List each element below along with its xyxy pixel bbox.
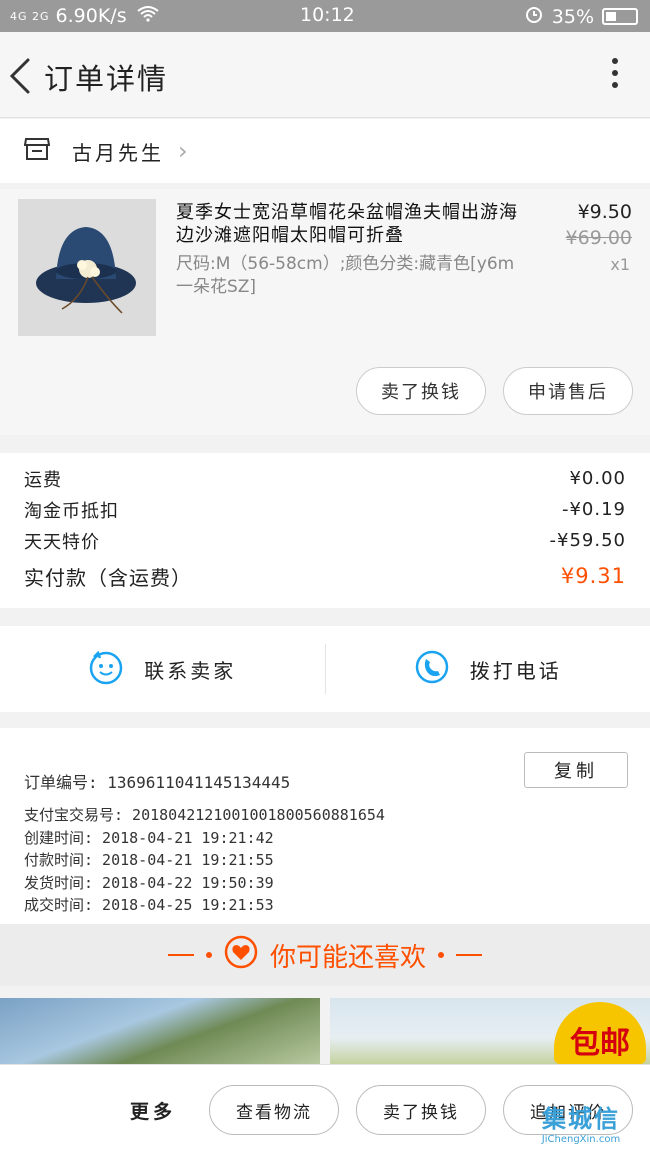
product-price: ¥9.50 [577, 201, 632, 223]
chevron-left-icon [9, 58, 30, 94]
recommend-header: 你可能还喜欢 [0, 924, 650, 986]
contact-seller-label: 联系卖家 [144, 658, 237, 683]
store-icon [23, 137, 51, 165]
dot-icon [205, 952, 212, 958]
bottom-action-bar: 更多 查看物流 卖了换钱 追加评价 集城信 JiChengXin.com [0, 1064, 650, 1155]
network-speed: 6.90K/s [55, 5, 127, 27]
dot-icon [612, 58, 618, 64]
recommended-item-image[interactable] [0, 998, 320, 1064]
battery-percent: 35% [551, 5, 594, 28]
product-spec: 尺码:M（56-58cm）;颜色分类:藏青色[y6m一朵花SZ] [176, 254, 515, 297]
phone-icon [414, 649, 450, 690]
divider [167, 954, 194, 956]
watermark-url: JiChengXin.com [541, 1134, 621, 1145]
quantity: x1 [610, 255, 630, 274]
free-shipping-badge: 包邮 [554, 1002, 646, 1064]
original-price: ¥69.00 [565, 227, 632, 249]
wifi-icon [137, 5, 159, 27]
signal-indicator: 4G 2G [10, 9, 50, 23]
completed-time: 成交时间: 2018-04-25 19:21:53 [24, 896, 274, 914]
order-info: 订单编号: 1369611041145134445 复制 支付宝交易号: 201… [0, 728, 650, 924]
more-menu-button[interactable] [610, 58, 620, 94]
dot-icon [612, 70, 618, 76]
fee-row-coin-discount: 淘金币抵扣 -¥0.19 [24, 494, 626, 525]
chevron-right-icon: › [178, 137, 188, 165]
total-value: ¥9.31 [560, 564, 626, 588]
chat-bubble-icon [88, 649, 124, 690]
call-phone-button[interactable]: 拨打电话 [326, 626, 650, 712]
after-sale-button[interactable]: 申请售后 [503, 367, 633, 415]
product-image[interactable] [18, 199, 156, 336]
total-label: 实付款（含运费） [24, 565, 192, 590]
fee-value: -¥0.19 [561, 499, 626, 520]
watermark-text: 集城信 [542, 1105, 620, 1133]
fee-label: 运费 [24, 469, 62, 491]
divider [456, 954, 482, 956]
fee-row-shipping: 运费 ¥0.00 [24, 463, 626, 494]
view-logistics-button[interactable]: 查看物流 [209, 1085, 339, 1135]
created-time: 创建时间: 2018-04-21 19:21:42 [24, 828, 274, 847]
more-button[interactable]: 更多 [130, 1097, 176, 1124]
heart-icon [224, 935, 258, 976]
alarm-icon [524, 4, 544, 29]
paid-time: 付款时间: 2018-04-21 19:21:55 [24, 851, 274, 869]
sell-for-cash-button[interactable]: 卖了换钱 [356, 367, 486, 415]
contact-seller-button[interactable]: 联系卖家 [0, 626, 325, 712]
recommend-title: 你可能还喜欢 [269, 942, 426, 973]
shop-row[interactable]: 古月先生 › [0, 119, 650, 183]
dot-icon [612, 82, 618, 88]
fee-value: ¥0.00 [569, 468, 626, 489]
status-bar: 4G 2G 6.90K/s 10:12 35% [0, 0, 650, 32]
sell-for-cash-button[interactable]: 卖了换钱 [356, 1085, 486, 1135]
call-phone-label: 拨打电话 [469, 658, 562, 683]
page-title: 订单详情 [44, 62, 169, 96]
fee-summary: 运费 ¥0.00 淘金币抵扣 -¥0.19 天天特价 -¥59.50 实付款（含… [0, 453, 650, 608]
dot-icon [438, 952, 444, 958]
product-title[interactable]: 夏季女士宽沿草帽花朵盆帽渔夫帽出游海边沙滩遮阳帽太阳帽可折叠 [176, 201, 536, 247]
product-card[interactable]: 夏季女士宽沿草帽花朵盆帽渔夫帽出游海边沙滩遮阳帽太阳帽可折叠 尺码:M（56-5… [0, 189, 650, 435]
recommended-item-image[interactable]: 包邮 [330, 998, 650, 1064]
clock: 10:12 [300, 4, 355, 26]
fee-label: 淘金币抵扣 [24, 500, 119, 522]
shipped-time: 发货时间: 2018-04-22 19:50:39 [24, 873, 274, 892]
alipay-trade-no: 支付宝交易号: 2018042121001001800560881654 [24, 806, 385, 824]
contact-bar: 联系卖家 拨打电话 [0, 626, 650, 712]
watermark-logo: 集城信 JiChengXin.com [516, 1099, 646, 1151]
battery-icon [602, 8, 638, 25]
fee-row-total: 实付款（含运费） ¥9.31 [24, 556, 626, 596]
fee-row-daily-deal: 天天特价 -¥59.50 [24, 525, 626, 556]
title-bar: 订单详情 [0, 32, 650, 118]
back-button[interactable] [6, 56, 36, 96]
fee-label: 天天特价 [24, 531, 100, 553]
fee-value: -¥59.50 [549, 530, 626, 551]
copy-button[interactable]: 复制 [524, 752, 628, 788]
shop-name: 古月先生 [72, 140, 164, 165]
